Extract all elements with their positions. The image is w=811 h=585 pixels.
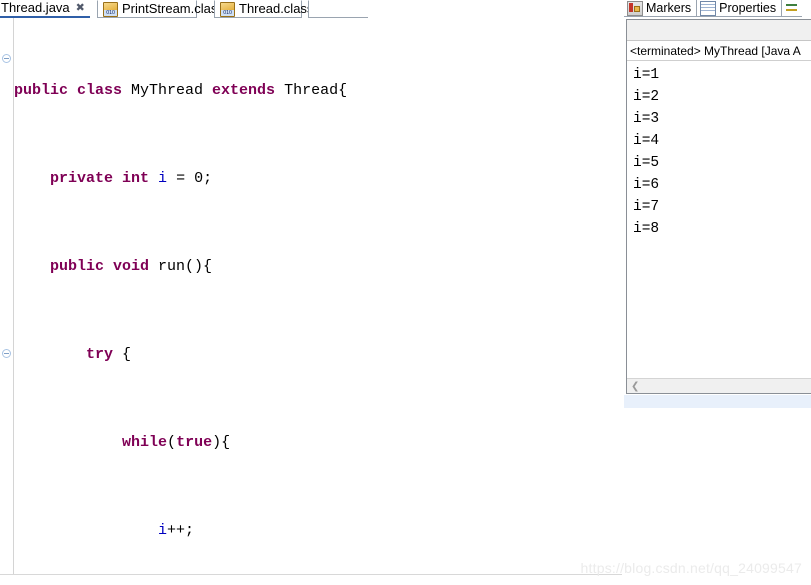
watermark-text: https://blog.csdn.net/qq_24099547 (580, 560, 802, 576)
code-line: public class MyThread extends Thread{ (14, 82, 348, 99)
console-line: i=3 (633, 111, 660, 127)
console-line: i=5 (633, 155, 660, 171)
scroll-left-arrow-icon[interactable]: ❮ (631, 380, 639, 393)
markers-icon (627, 0, 643, 16)
code-line: public void run(){ (50, 258, 213, 275)
console-line: i=8 (633, 221, 660, 237)
console-line: i=4 (633, 133, 660, 149)
tab-markers[interactable]: Markers (624, 0, 698, 17)
right-view-stack: Markers Properties <terminated> MyThread… (624, 0, 811, 585)
console-toolbar (627, 20, 811, 41)
fold-collapse-icon-class[interactable] (2, 54, 11, 63)
servers-icon (785, 2, 799, 15)
code-line: while(true){ (122, 434, 231, 451)
console-line: i=2 (633, 89, 660, 105)
tab-properties[interactable]: Properties (697, 0, 783, 17)
right-panel-background-lower (624, 408, 811, 585)
code-editor-text[interactable]: public class MyThread extends Thread{ pr… (14, 14, 622, 574)
console-line: i=6 (633, 177, 660, 193)
right-panel-tab-bar: Markers Properties (624, 0, 811, 17)
editor-gutter[interactable] (0, 18, 14, 574)
console-line: i=1 (633, 67, 660, 83)
properties-icon (700, 0, 717, 16)
editor-bottom-edge (0, 574, 622, 585)
console-horizontal-scrollbar[interactable]: ❮ (627, 378, 811, 393)
code-line: try { (86, 346, 132, 363)
console-output[interactable]: i=1 i=2 i=3 i=4 i=5 i=6 i=7 i=8 (627, 61, 811, 364)
console-view: <terminated> MyThread [Java A i=1 i=2 i=3 i… (626, 19, 811, 394)
tab-servers[interactable] (782, 0, 803, 17)
tab-label: Properties (719, 1, 777, 15)
code-line: private int i = 0; (50, 170, 213, 187)
console-line: i=7 (633, 199, 660, 215)
code-line: i++; (158, 522, 195, 539)
fold-collapse-icon-main[interactable] (2, 349, 11, 358)
editor-pane: Thread.java ✖ PrintStream.class Thread.c… (0, 0, 622, 585)
console-launch-label: <terminated> MyThread [Java A (627, 41, 811, 61)
tab-label: Markers (646, 1, 692, 15)
